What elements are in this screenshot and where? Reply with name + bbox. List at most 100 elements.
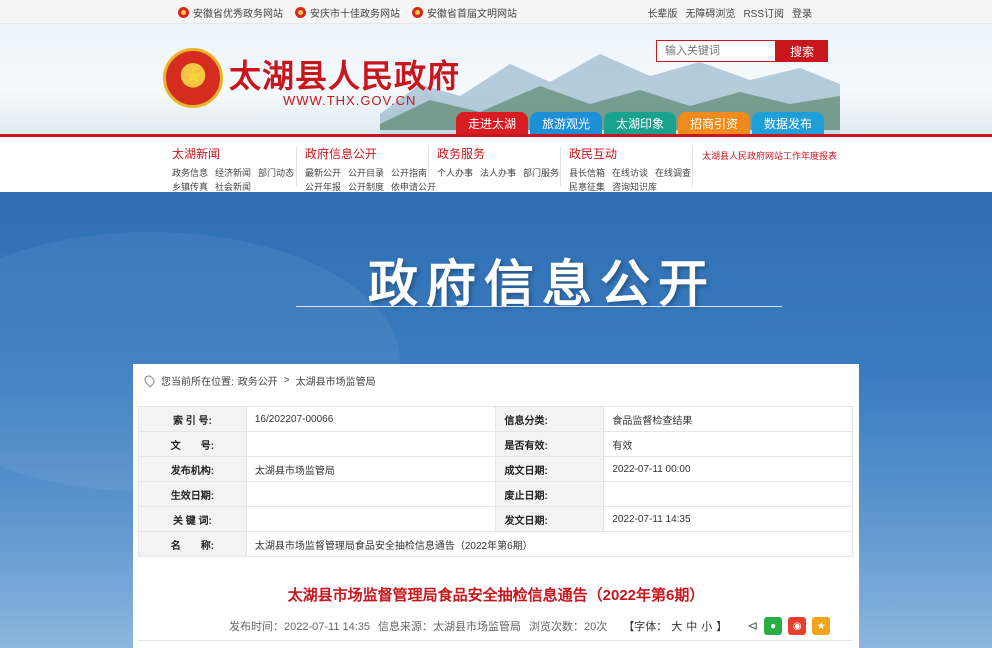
menu-link[interactable]: 政务信息	[172, 168, 208, 178]
menu-link[interactable]: 公开指南	[391, 168, 427, 178]
party-emblem-icon	[178, 7, 189, 18]
font-size-small[interactable]: 小	[701, 621, 712, 633]
info-value: 太湖县市场监督管理局食品安全抽检信息通告（2022年第6期）	[245, 531, 854, 557]
info-source: 信息来源：太湖县市场监管局	[378, 621, 522, 633]
publish-time: 发布时间：2022-07-11 14:35	[229, 621, 371, 633]
meta-divider	[138, 640, 853, 641]
article-meta: 发布时间：2022-07-11 14:35 信息来源：太湖县市场监管局 浏览次数…	[229, 617, 831, 635]
nav-tab-zoujin[interactable]: 走进太湖	[456, 112, 528, 134]
info-value	[245, 506, 497, 532]
rss-link[interactable]: RSS订阅	[743, 5, 784, 20]
accessibility-link[interactable]: 无障碍浏览	[685, 5, 735, 20]
menu-separator	[692, 147, 693, 187]
menu-link[interactable]: 县长信箱	[569, 168, 605, 178]
info-value: 食品监督检查结果	[603, 406, 853, 432]
menu-link[interactable]: 个人办事	[437, 168, 473, 178]
menu-group-title[interactable]: 政民互动	[569, 145, 698, 162]
info-label: 是否有效:	[495, 431, 605, 457]
sub-menu: 太湖新闻 政务信息 经济新闻 部门动态 乡镇传真 社会新闻 政府信息公开 最新公开 公开…	[0, 137, 992, 192]
table-row: 文 号: 是否有效: 有效	[138, 431, 853, 457]
menu-link[interactable]: 法人办事	[480, 168, 516, 178]
menu-link[interactable]: 在线访谈	[612, 168, 648, 178]
info-label: 名 称:	[138, 531, 247, 557]
menu-link[interactable]: 社会新闻	[215, 182, 251, 192]
menu-group-disclosure: 政府信息公开 最新公开 公开目录 公开指南 公开年报 公开制度 依申请公开	[305, 145, 443, 194]
menu-link[interactable]: 咨询知识库	[612, 182, 657, 192]
info-label: 成文日期:	[495, 456, 605, 482]
banner-underline	[296, 306, 782, 307]
menu-link[interactable]: 公开制度	[348, 182, 384, 192]
menu-link[interactable]: 经济新闻	[215, 168, 251, 178]
info-value: 2022-07-11 14:35	[603, 506, 853, 532]
font-size-large[interactable]: 大	[671, 621, 682, 633]
menu-group-services: 政务服务 个人办事 法人办事 部门服务	[437, 145, 566, 180]
national-emblem-logo[interactable]	[163, 48, 223, 108]
menu-group-title[interactable]: 政务服务	[437, 145, 566, 162]
menu-link[interactable]: 依申请公开	[391, 182, 436, 192]
menu-group-title[interactable]: 太湖新闻	[172, 145, 301, 162]
table-row: 名 称: 太湖县市场监督管理局食品安全抽检信息通告（2022年第6期）	[138, 531, 854, 557]
info-value: 有效	[603, 431, 853, 457]
honor-link-3[interactable]: 安徽省首届文明网站	[412, 5, 517, 20]
national-emblem-icon	[412, 7, 423, 18]
search-input[interactable]	[656, 40, 776, 62]
breadcrumb-item[interactable]: 政务公开	[238, 373, 278, 388]
menu-link[interactable]: 公开目录	[348, 168, 384, 178]
info-value: 太湖县市场监管局	[245, 456, 497, 482]
info-label: 发文日期:	[495, 506, 605, 532]
font-size-label: 【字体：	[623, 621, 668, 633]
location-pin-icon	[142, 373, 157, 388]
breadcrumb-item[interactable]: 太湖县市场监管局	[296, 373, 376, 388]
info-label: 生效日期:	[138, 481, 247, 507]
site-title[interactable]: 太湖县人民政府	[229, 51, 460, 97]
annual-report-link[interactable]: 太湖县人民政府网站工作年度报表	[702, 149, 837, 162]
info-value: 16/202207-00066	[245, 406, 497, 432]
wechat-icon[interactable]: ●	[764, 617, 783, 635]
menu-link[interactable]: 部门服务	[523, 168, 559, 178]
honor-link-2[interactable]: 安庆市十佳政务网站	[295, 5, 400, 20]
menu-link[interactable]: 民意征集	[569, 182, 605, 192]
menu-separator	[296, 147, 297, 187]
menu-separator	[560, 147, 561, 187]
login-link[interactable]: 登录	[792, 5, 812, 20]
table-row: 索 引 号: 16/202207-00066 信息分类: 食品监督检查结果	[138, 406, 853, 432]
menu-link[interactable]: 乡镇传真	[172, 182, 208, 192]
menu-separator	[428, 147, 429, 187]
nav-tab-zhaoshang[interactable]: 招商引资	[678, 112, 750, 134]
info-value: 2022-07-11 00:00	[603, 456, 853, 482]
honor-links: 安徽省优秀政务网站 安庆市十佳政务网站 安徽省首届文明网站	[178, 5, 517, 20]
view-count: 浏览次数：20次	[529, 621, 608, 633]
main-content: 您当前所在位置: 政务公开 > 太湖县市场监管局 索 引 号: 16/20220…	[133, 364, 859, 648]
info-label: 信息分类:	[495, 406, 605, 432]
menu-group-interaction: 政民互动 县长信箱 在线访谈 在线调查 民意征集 咨询知识库	[569, 145, 698, 194]
nav-tab-lvyou[interactable]: 旅游观光	[530, 112, 602, 134]
article-title: 太湖县市场监督管理局食品安全抽检信息通告（2022年第6期）	[287, 587, 705, 604]
menu-link[interactable]: 在线调查	[655, 168, 691, 178]
info-value	[245, 431, 497, 457]
search-button[interactable]: 搜索	[776, 40, 828, 62]
font-size-medium[interactable]: 中	[686, 621, 697, 633]
info-label: 废止日期:	[495, 481, 605, 507]
info-label: 索 引 号:	[138, 406, 247, 432]
breadcrumb-separator: >	[283, 375, 290, 386]
breadcrumb: 您当前所在位置: 政务公开 > 太湖县市场监管局	[142, 373, 376, 388]
nav-tab-yinxiang[interactable]: 太湖印象	[604, 112, 676, 134]
nav-tab-shuju[interactable]: 数据发布	[752, 112, 824, 134]
table-row: 生效日期: 废止日期:	[138, 481, 853, 507]
menu-group-news: 太湖新闻 政务信息 经济新闻 部门动态 乡镇传真 社会新闻	[172, 145, 301, 194]
menu-group-title[interactable]: 政府信息公开	[305, 145, 443, 162]
share-bar: ⊲ ● ◉ ★	[747, 617, 831, 635]
share-icon[interactable]: ⊲	[747, 618, 758, 634]
weibo-icon[interactable]: ◉	[788, 617, 807, 635]
elder-mode-link[interactable]: 长辈版	[647, 5, 677, 20]
site-url: WWW.THX.GOV.CN	[283, 93, 417, 108]
font-size-close: 】	[716, 621, 728, 633]
qzone-star-icon[interactable]: ★	[812, 617, 831, 635]
site-header: 太湖县人民政府 WWW.THX.GOV.CN 搜索 走进太湖 旅游观光 太湖印象…	[0, 24, 992, 136]
menu-link[interactable]: 公开年报	[305, 182, 341, 192]
menu-link[interactable]: 最新公开	[305, 168, 341, 178]
document-info-table: 索 引 号: 16/202207-00066 信息分类: 食品监督检查结果 文 …	[138, 406, 854, 557]
honor-link-1[interactable]: 安徽省优秀政务网站	[178, 5, 283, 20]
table-row: 发布机构: 太湖县市场监管局 成文日期: 2022-07-11 00:00	[138, 456, 853, 482]
menu-link[interactable]: 部门动态	[258, 168, 294, 178]
